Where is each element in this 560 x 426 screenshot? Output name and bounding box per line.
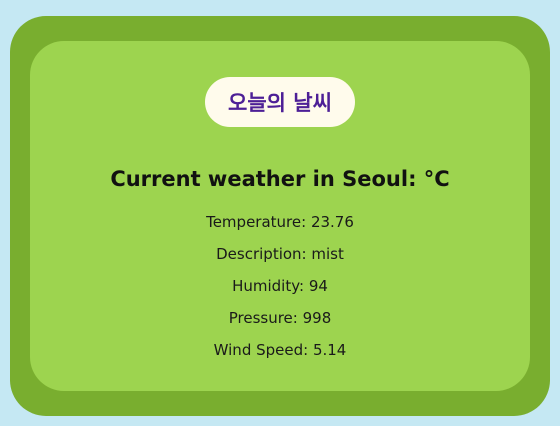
today-weather-title: 오늘의 날씨: [228, 91, 332, 115]
wind-speed-row: Wind Speed: 5.14: [30, 341, 530, 359]
humidity-value: 94: [308, 277, 328, 295]
current-weather-heading: Current weather in Seoul: °C: [30, 167, 530, 191]
humidity-row: Humidity: 94: [30, 277, 530, 295]
pressure-value: 998: [302, 309, 332, 327]
humidity-label: Humidity:: [232, 277, 309, 295]
heading-prefix: Current weather in: [110, 167, 343, 191]
heading-unit: : °C: [408, 167, 450, 191]
description-row: Description: mist: [30, 245, 530, 263]
pressure-row: Pressure: 998: [30, 309, 530, 327]
weather-card: 오늘의 날씨 Current weather in Seoul: °C Temp…: [30, 41, 530, 391]
today-weather-badge: 오늘의 날씨: [205, 77, 355, 127]
weather-card-frame: 오늘의 날씨 Current weather in Seoul: °C Temp…: [10, 16, 550, 416]
temperature-label: Temperature:: [206, 213, 311, 231]
temperature-row: Temperature: 23.76: [30, 213, 530, 231]
wind-speed-value: 5.14: [312, 341, 347, 359]
temperature-value: 23.76: [310, 213, 354, 231]
wind-speed-label: Wind Speed:: [213, 341, 313, 359]
description-value: mist: [311, 245, 344, 263]
description-label: Description:: [216, 245, 312, 263]
city-name: Seoul: [342, 167, 409, 191]
pressure-label: Pressure:: [228, 309, 303, 327]
